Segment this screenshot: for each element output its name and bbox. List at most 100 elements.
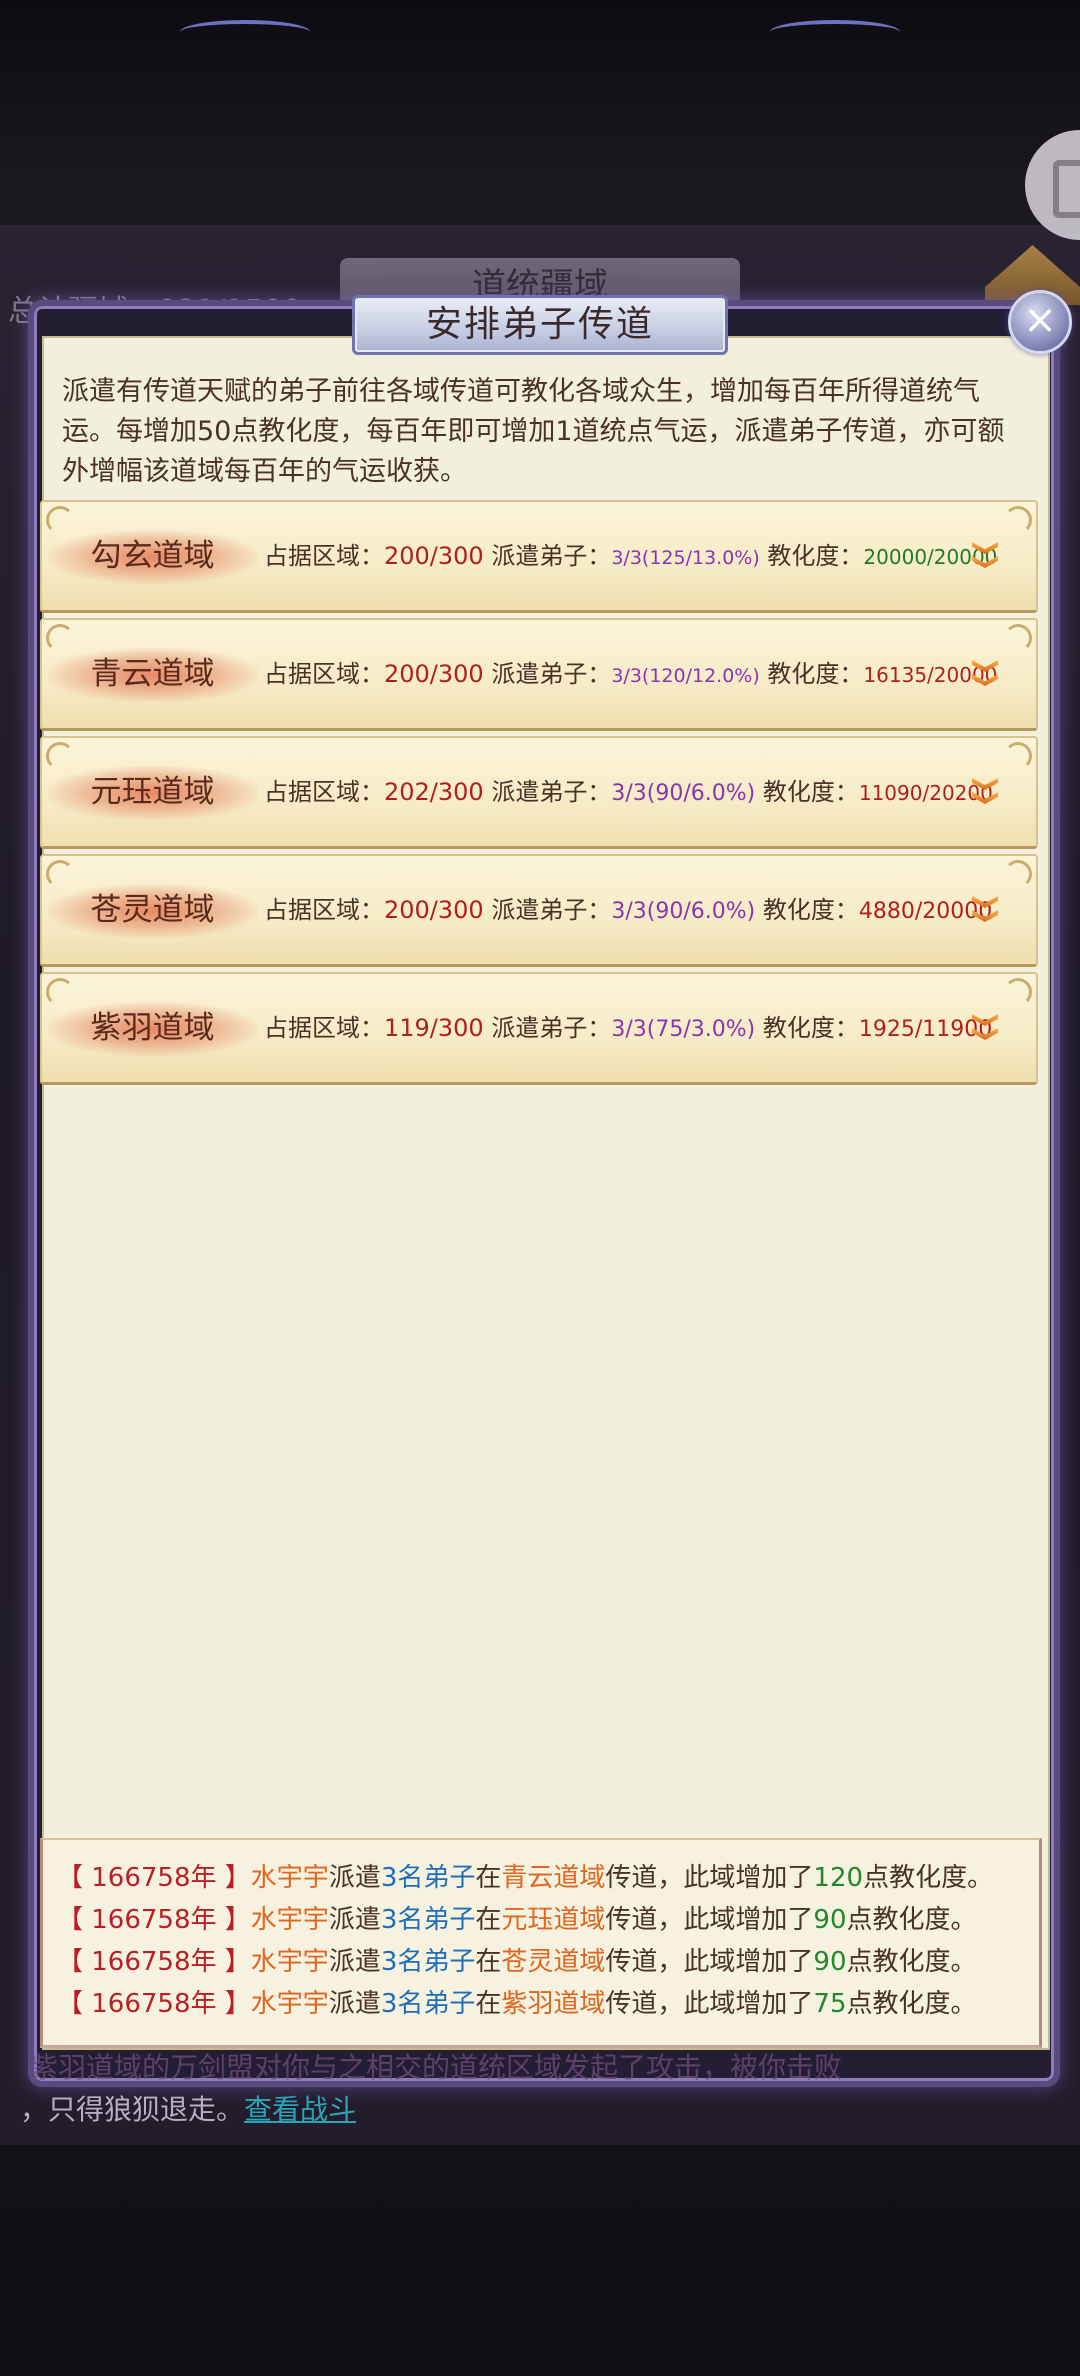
occupy-label: 占据区域： <box>264 660 384 688</box>
dispatch-value: 3/3(120/12.0%) <box>611 665 760 687</box>
domain-name: 勾玄道域 <box>90 538 215 574</box>
log-at: 在 <box>475 1947 502 1977</box>
occupy-label: 占据区域： <box>264 896 384 924</box>
log-player: 水宇宇 <box>250 1863 329 1893</box>
battle-notice-text: 紫羽道域的万剑盟对你与之相交的道统区域发起了攻击，被你击败 <box>30 2051 843 2084</box>
log-at: 在 <box>475 1905 502 1935</box>
title-ornament-right <box>770 20 900 44</box>
domain-name: 青云道域 <box>90 656 215 692</box>
dialog-title-wrap: 安排弟子传道 <box>310 292 770 358</box>
dispatch-value: 3/3(75/3.0%) <box>611 1017 756 1042</box>
dispatch-log: 【 166758年 】水宇宇派遣3名弟子在青云道域传道，此域增加了120点教化度… <box>40 1838 1042 2048</box>
dialog-description: 派遣有传道天赋的弟子前往各域传道可教化各域众生，增加每百年所得道统气运。每增加5… <box>62 376 1005 487</box>
occupy-label: 占据区域： <box>264 542 384 570</box>
log-amount: 90 <box>813 1905 847 1935</box>
log-count: 3名弟子 <box>380 1863 476 1893</box>
log-entry: 【 166758年 】水宇宇派遣3名弟子在苍灵道域传道，此域增加了90点教化度。 <box>57 1942 977 1982</box>
dialog-title: 安排弟子传道 <box>352 295 728 355</box>
log-rest: 传道，此域增加了 <box>605 1989 814 2019</box>
log-domain: 青云道域 <box>501 1863 606 1893</box>
edify-label: 教化度： <box>767 542 864 570</box>
occupy-value: 202/300 <box>384 778 484 806</box>
log-verb: 派遣 <box>328 1863 381 1893</box>
log-entry: 【 166758年 】水宇宇派遣3名弟子在元珏道域传道，此域增加了90点教化度。 <box>57 1900 977 1940</box>
domain-name: 元珏道域 <box>90 774 215 810</box>
edify-label: 教化度： <box>762 896 859 924</box>
log-unit: 点教化度。 <box>863 1863 994 1893</box>
log-unit: 点教化度。 <box>846 1989 977 2019</box>
domain-stats: 占据区域：200/300 派遣弟子：3/3(90/6.0%) 教化度：4880/… <box>264 886 992 934</box>
log-year: 【 166758年 】 <box>57 1863 251 1893</box>
domain-stats: 占据区域：200/300 派遣弟子：3/3(120/12.0%) 教化度：161… <box>264 650 997 698</box>
log-player: 水宇宇 <box>250 1905 329 1935</box>
chevron-down-icon[interactable] <box>964 1001 1006 1053</box>
domain-stats: 占据区域：119/300 派遣弟子：3/3(75/3.0%) 教化度：1925/… <box>264 1004 992 1052</box>
log-entry: 【 166758年 】水宇宇派遣3名弟子在紫羽道域传道，此域增加了75点教化度。 <box>57 1984 977 2024</box>
domain-row[interactable]: 元珏道域 占据区域：202/300 派遣弟子：3/3(90/6.0%) 教化度：… <box>40 736 1038 849</box>
edify-label: 教化度： <box>762 1014 859 1042</box>
view-battle-link[interactable]: 查看战斗 <box>244 2093 356 2126</box>
log-amount: 120 <box>813 1863 864 1893</box>
battle-notice-text2: ，只得狼狈退走。 <box>20 2093 245 2126</box>
domain-stats: 占据区域：200/300 派遣弟子：3/3(125/13.0%) 教化度：200… <box>264 532 997 580</box>
log-verb: 派遣 <box>328 1989 381 2019</box>
log-unit: 点教化度。 <box>846 1905 977 1935</box>
close-icon[interactable]: × <box>1008 290 1072 354</box>
log-count: 3名弟子 <box>380 1989 476 2019</box>
log-verb: 派遣 <box>328 1905 381 1935</box>
log-player: 水宇宇 <box>250 1989 329 2019</box>
puzzle-icon[interactable] <box>1025 130 1080 240</box>
dispatch-value: 3/3(90/6.0%) <box>611 899 756 924</box>
occupy-label: 占据区域： <box>264 1014 384 1042</box>
dispatch-label: 派遣弟子： <box>491 896 612 924</box>
game-screen: 道统疆域 总计疆域：921/1500 安排弟子传道 × 派遣有传道天赋的弟子前往… <box>0 0 1080 2376</box>
edify-label: 教化度： <box>762 778 859 806</box>
dispatch-label: 派遣弟子： <box>491 1014 612 1042</box>
occupy-value: 200/300 <box>384 660 484 688</box>
domain-row[interactable]: 勾玄道域 占据区域：200/300 派遣弟子：3/3(125/13.0%) 教化… <box>40 500 1038 613</box>
log-year: 【 166758年 】 <box>57 1947 251 1977</box>
log-count: 3名弟子 <box>380 1905 476 1935</box>
log-rest: 传道，此域增加了 <box>605 1947 814 1977</box>
battle-notice: 紫羽道域的万剑盟对你与之相交的道统区域发起了攻击，被你击败 ，只得狼狈退走。查看… <box>0 2045 1080 2155</box>
log-entry: 【 166758年 】水宇宇派遣3名弟子在青云道域传道，此域增加了120点教化度… <box>57 1858 993 1898</box>
domain-row[interactable]: 青云道域 占据区域：200/300 派遣弟子：3/3(120/12.0%) 教化… <box>40 618 1038 731</box>
log-at: 在 <box>475 1863 502 1893</box>
edify-label: 教化度： <box>767 660 864 688</box>
chevron-down-icon[interactable] <box>964 765 1006 817</box>
occupy-value: 200/300 <box>384 896 484 924</box>
occupy-label: 占据区域： <box>264 778 384 806</box>
log-unit: 点教化度。 <box>846 1947 977 1977</box>
title-ornament-left <box>180 20 310 44</box>
log-domain: 元珏道域 <box>501 1905 606 1935</box>
chevron-down-icon[interactable] <box>964 883 1006 935</box>
domain-name: 紫羽道域 <box>90 1010 215 1046</box>
dispatch-label: 派遣弟子： <box>491 542 612 570</box>
domain-row[interactable]: 苍灵道域 占据区域：200/300 派遣弟子：3/3(90/6.0%) 教化度：… <box>40 854 1038 967</box>
dispatch-label: 派遣弟子： <box>491 660 612 688</box>
log-count: 3名弟子 <box>380 1947 476 1977</box>
domain-stats: 占据区域：202/300 派遣弟子：3/3(90/6.0%) 教化度：11090… <box>264 768 993 816</box>
battle-notice-line2: ，只得狼狈退走。查看战斗 <box>20 2087 356 2133</box>
battle-notice-line1: 紫羽道域的万剑盟对你与之相交的道统区域发起了攻击，被你击败 <box>30 2045 842 2091</box>
chevron-down-icon[interactable] <box>964 647 1006 699</box>
dispatch-label: 派遣弟子： <box>491 778 612 806</box>
log-amount: 90 <box>813 1947 847 1977</box>
domain-row[interactable]: 紫羽道域 占据区域：119/300 派遣弟子：3/3(75/3.0%) 教化度：… <box>40 972 1038 1085</box>
log-domain: 紫羽道域 <box>501 1989 606 2019</box>
occupy-value: 119/300 <box>384 1014 484 1042</box>
dispatch-value: 3/3(125/13.0%) <box>611 547 760 569</box>
log-domain: 苍灵道域 <box>501 1947 606 1977</box>
log-player: 水宇宇 <box>250 1947 329 1977</box>
log-at: 在 <box>475 1989 502 2019</box>
log-rest: 传道，此域增加了 <box>605 1863 814 1893</box>
chevron-down-icon[interactable] <box>964 529 1006 581</box>
occupy-value: 200/300 <box>384 542 484 570</box>
log-year: 【 166758年 】 <box>57 1905 251 1935</box>
domain-name: 苍灵道域 <box>90 892 215 928</box>
log-verb: 派遣 <box>328 1947 381 1977</box>
log-amount: 75 <box>813 1989 847 2019</box>
dispatch-value: 3/3(90/6.0%) <box>611 781 756 806</box>
log-year: 【 166758年 】 <box>57 1989 251 2019</box>
log-rest: 传道，此域增加了 <box>605 1905 814 1935</box>
